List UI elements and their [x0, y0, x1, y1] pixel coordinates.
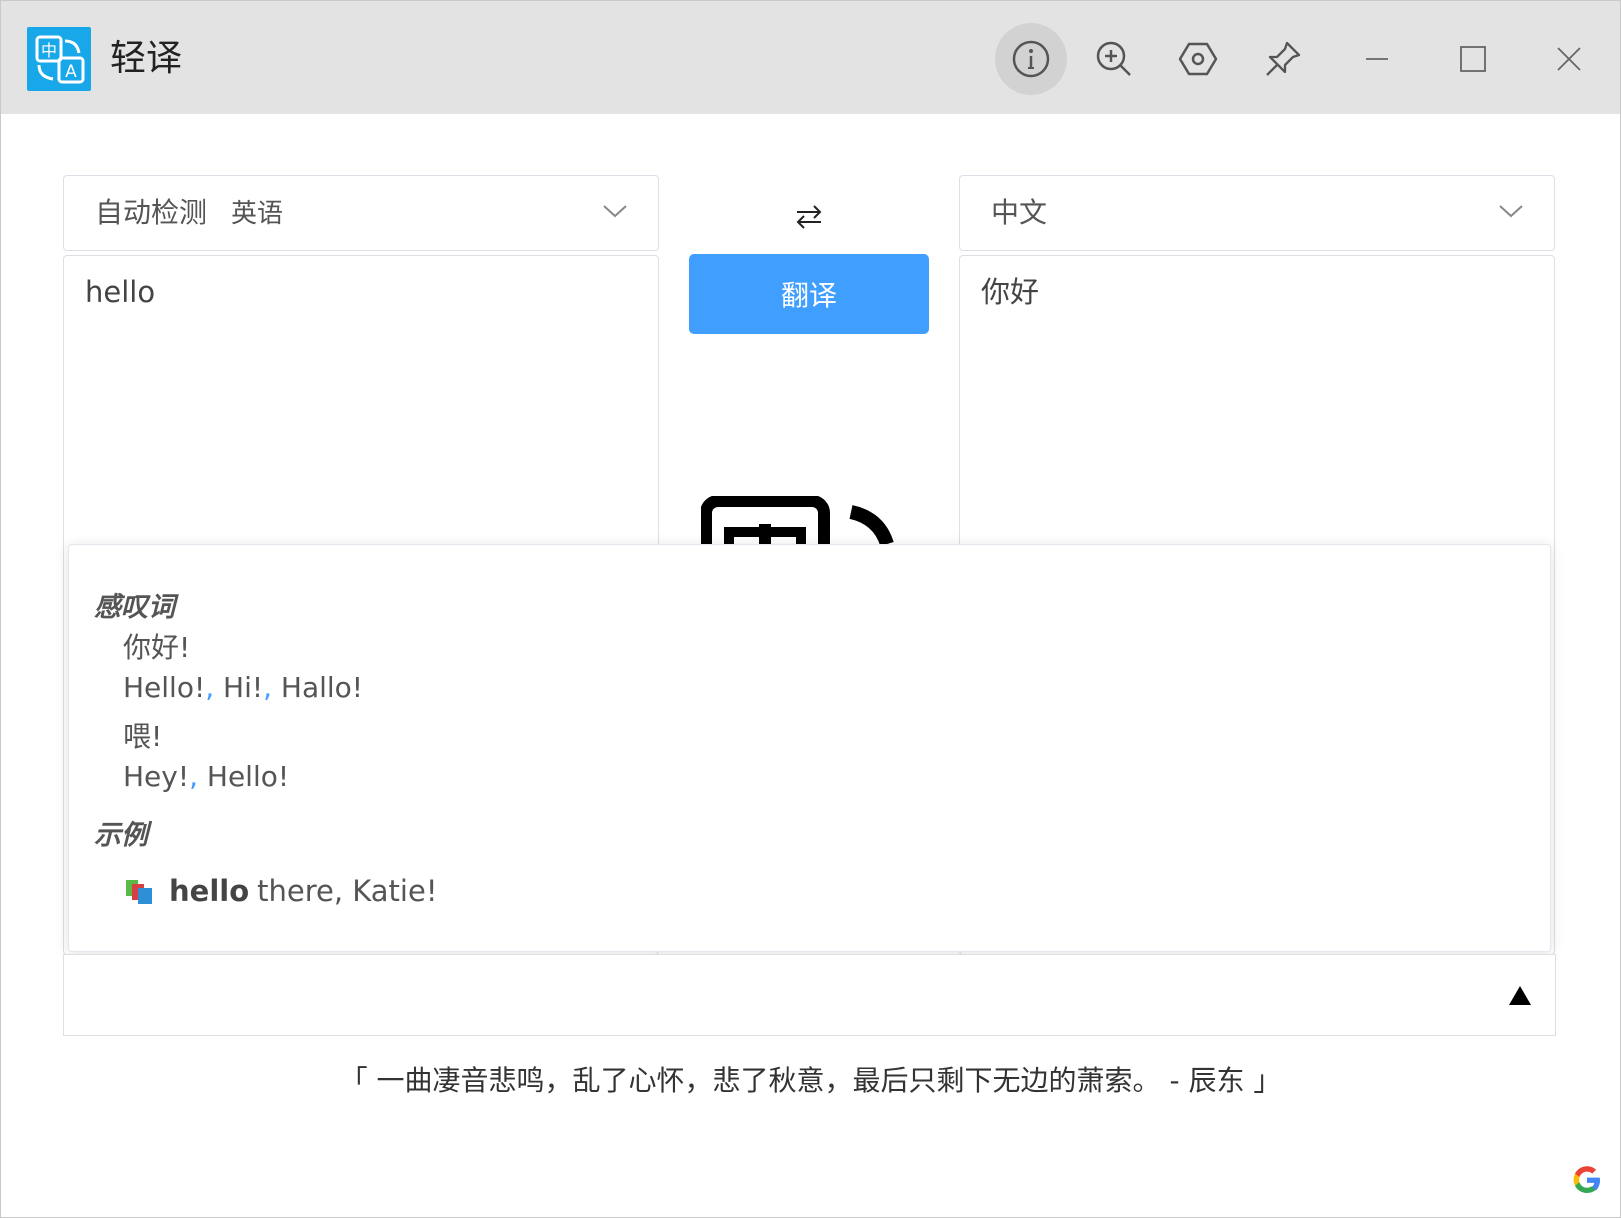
example-text: there, Katie!	[257, 874, 438, 908]
info-button[interactable]	[995, 23, 1067, 95]
dictionary-panel: 感叹词 你好! Hello!, Hi!, Hallo! 喂! Hey!, Hel…	[68, 544, 1551, 952]
source-text: hello	[85, 275, 156, 309]
synonym-link[interactable]: Hello!	[207, 760, 289, 793]
target-language-select[interactable]: 中文	[959, 175, 1555, 251]
synonym-link[interactable]: Hi!	[223, 671, 263, 704]
detected-language: 英语	[231, 199, 284, 229]
separator: ,	[189, 760, 207, 793]
info-icon	[1012, 40, 1050, 78]
maximize-button[interactable]	[1445, 31, 1501, 87]
chevron-down-icon	[1499, 205, 1523, 218]
synonym-link[interactable]: Hallo!	[281, 671, 363, 704]
zoom-in-icon	[1096, 41, 1131, 76]
source-language-select[interactable]: 自动检测 英语	[63, 175, 659, 251]
daily-quote: 「 一曲凄音悲鸣，乱了心怀，悲了秋意，最后只剩下无边的萧索。 - 辰东 」	[339, 1064, 1282, 1097]
books-icon	[126, 880, 152, 904]
example-keyword: hello	[169, 874, 250, 908]
google-icon[interactable]	[1570, 1163, 1604, 1197]
target-text: 你好	[981, 275, 1040, 309]
app-window: 中 A 轻译 自动检测 英语 中文 翻译 hello 你好 感叹词 你好! He…	[0, 0, 1621, 1218]
translate-button[interactable]: 翻译	[689, 254, 929, 334]
dictionary-meaning: 你好!	[123, 631, 191, 664]
separator: ,	[263, 671, 281, 704]
dictionary-meaning: 喂!	[123, 720, 163, 753]
collapse-triangle-icon[interactable]	[1507, 983, 1533, 1009]
separator: ,	[205, 671, 224, 704]
svg-text:中: 中	[41, 41, 57, 60]
settings-button[interactable]	[1162, 23, 1234, 95]
swap-languages-icon[interactable]	[794, 202, 824, 232]
target-language-value: 中文	[991, 196, 1048, 229]
synonym-list: Hey!, Hello!	[123, 758, 289, 796]
maximize-icon	[1460, 46, 1486, 72]
synonym-link[interactable]: Hello!	[123, 671, 205, 704]
app-logo-icon: 中 A	[27, 27, 91, 91]
zoom-in-button[interactable]	[1078, 23, 1150, 95]
svg-text:A: A	[65, 62, 77, 82]
synonym-link[interactable]: Hey!	[123, 760, 189, 793]
example-sentence: hello there, Katie!	[125, 871, 437, 911]
minimize-icon	[1366, 58, 1388, 60]
bottom-bar	[63, 954, 1556, 1036]
app-title: 轻译	[110, 38, 183, 79]
pin-icon	[1266, 41, 1301, 76]
pin-button[interactable]	[1247, 23, 1319, 95]
chevron-down-icon	[603, 205, 627, 218]
close-icon	[1557, 47, 1581, 71]
settings-icon	[1178, 42, 1218, 76]
examples-heading: 示例	[94, 820, 148, 851]
source-language-value: 自动检测	[95, 196, 208, 229]
title-bar: 中 A 轻译	[1, 1, 1620, 114]
source-language-label: 自动检测 英语	[95, 194, 283, 233]
close-button[interactable]	[1541, 31, 1597, 87]
minimize-button[interactable]	[1349, 31, 1405, 87]
part-of-speech: 感叹词	[94, 592, 175, 623]
synonym-list: Hello!, Hi!, Hallo!	[123, 669, 363, 707]
